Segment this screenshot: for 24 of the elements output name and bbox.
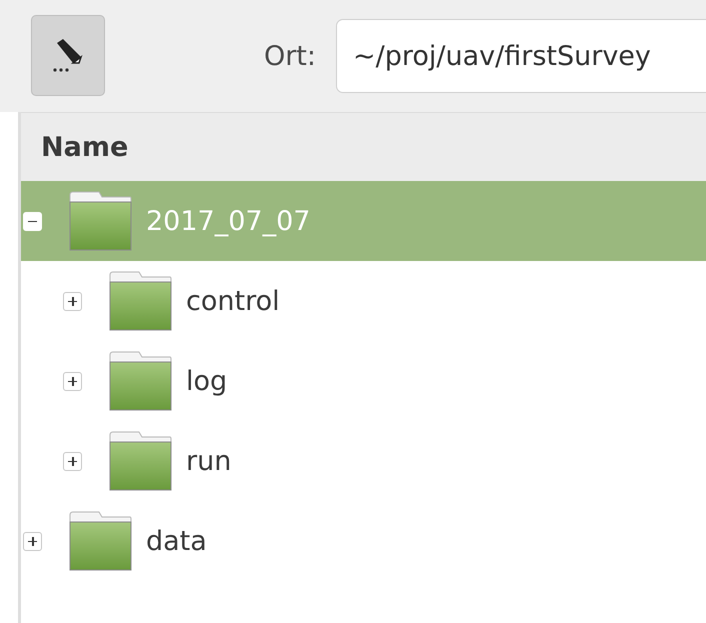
edit-location-button[interactable] — [31, 14, 105, 96]
folder-name: run — [186, 446, 232, 476]
location-field[interactable]: ~/proj/uav/firstSurvey — [336, 19, 706, 93]
location-label: Ort: — [264, 40, 316, 72]
folder-row[interactable]: control — [21, 261, 706, 341]
column-header-label[interactable]: Name — [41, 132, 128, 162]
folder-name: data — [146, 526, 207, 556]
expand-icon[interactable] — [23, 532, 42, 550]
folder-icon — [109, 351, 172, 411]
folder-name: control — [186, 286, 280, 316]
folder-row[interactable]: data — [21, 501, 706, 581]
expand-icon[interactable] — [63, 372, 82, 390]
folder-name: log — [186, 366, 228, 396]
pencil-icon — [51, 37, 85, 73]
folder-row[interactable]: log — [21, 341, 706, 421]
folder-icon — [69, 511, 132, 571]
folder-row[interactable]: run — [21, 421, 706, 501]
folder-name: 2017_07_07 — [146, 206, 310, 236]
folder-icon — [109, 271, 172, 331]
expand-icon[interactable] — [63, 292, 82, 310]
collapse-icon[interactable] — [23, 212, 42, 230]
folder-icon — [69, 191, 132, 251]
expand-icon[interactable] — [63, 452, 82, 470]
folder-icon — [109, 431, 172, 491]
